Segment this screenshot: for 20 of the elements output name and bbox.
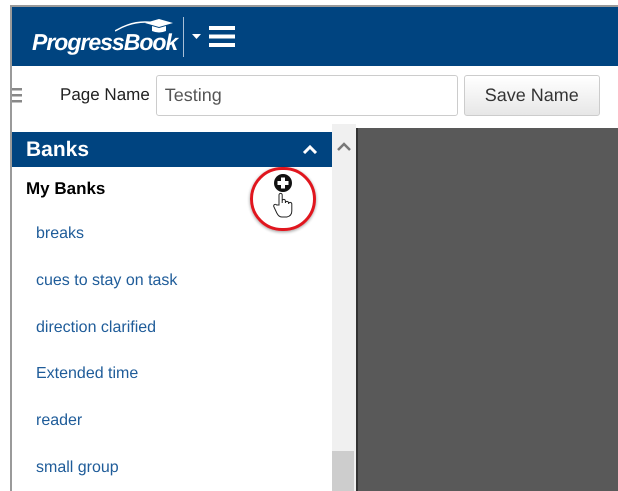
bank-link[interactable]: reader [12,398,332,444]
panel-header[interactable]: Banks [12,132,332,167]
bank-link[interactable]: small group [12,444,332,491]
collapse-chevron-icon[interactable] [302,144,318,154]
save-name-button[interactable]: Save Name [464,74,600,116]
logo[interactable]: ProgressBook [32,16,184,56]
scrollbar-thumb[interactable] [332,451,354,491]
bank-link[interactable]: Extended time [12,350,332,398]
bank-link[interactable]: cues to stay on task [12,258,332,304]
scrollbar[interactable] [332,124,356,491]
bank-link[interactable]: direction clarified [12,304,332,351]
dropdown-caret-icon[interactable] [192,34,202,39]
page-name-label: Page Name [60,84,150,106]
section-title: My Banks [26,178,106,200]
menu-icon[interactable] [209,26,236,47]
page-name-field[interactable]: Testing [156,74,458,116]
bank-link[interactable]: breaks [12,210,332,258]
hand-cursor-icon [273,192,293,218]
scroll-up-icon[interactable] [337,142,351,151]
add-icon[interactable] [274,174,292,192]
